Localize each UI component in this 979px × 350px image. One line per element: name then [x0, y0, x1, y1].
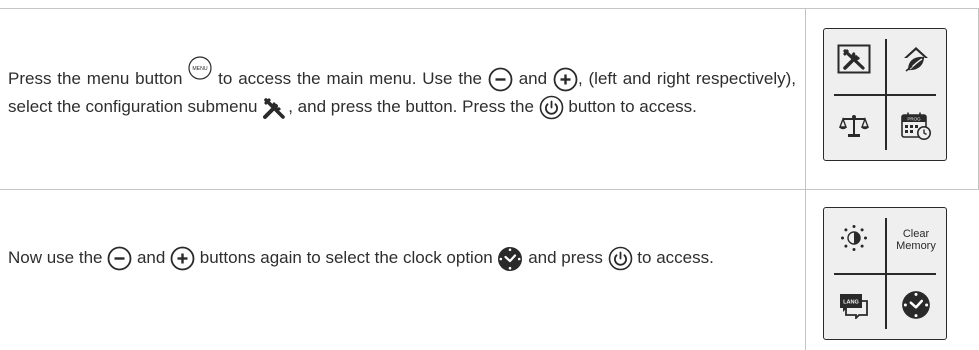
- power-button-icon: [608, 246, 633, 271]
- brightness-icon: [839, 223, 869, 258]
- clock-icon: [901, 290, 931, 325]
- clear-memory-line1: Clear: [902, 228, 930, 240]
- balance-cell: [824, 96, 884, 160]
- step1-text-b: to access the main menu. Use the: [212, 69, 488, 88]
- power-button-icon: [539, 95, 564, 120]
- plus-button-icon: [170, 246, 195, 271]
- config-tools-box-icon: [837, 44, 871, 79]
- minus-button-icon: [488, 67, 513, 92]
- eco-home-cell: [886, 29, 946, 93]
- plus-button-icon: [553, 67, 578, 92]
- tools-icon: [262, 96, 288, 120]
- config-submenu-cell: [824, 29, 884, 93]
- step2-text-d: and press: [523, 248, 608, 267]
- clear-memory-cell: Clear Memory: [886, 208, 946, 272]
- table-column-divider: [805, 8, 806, 350]
- balance-scale-icon: [838, 113, 870, 144]
- svg-text:MENU: MENU: [193, 66, 209, 72]
- step2-text-a: Now use the: [8, 248, 108, 267]
- table-row-divider: [0, 189, 979, 190]
- clock-option-icon: [497, 246, 523, 272]
- step1-text-a: Press the menu button: [8, 69, 189, 88]
- step1-text-e: , and press the button. Press the: [288, 97, 539, 116]
- config-submenu-panel: Clear Memory LANG: [823, 207, 947, 340]
- menu-button-icon: MENU: [188, 56, 212, 80]
- svg-text:PROG: PROG: [907, 116, 921, 121]
- svg-text:LANG: LANG: [843, 299, 859, 305]
- program-calendar-clock-icon: PROG: [900, 111, 932, 146]
- clear-memory-label: Clear Memory: [896, 228, 936, 252]
- table-top-border: [0, 8, 979, 9]
- step2-text-b: and: [132, 248, 171, 267]
- instruction-table: Press the menu button MENU to access the…: [0, 0, 979, 350]
- instruction-step-2: Now use the and buttons again to select …: [8, 244, 796, 272]
- step2-text-e: to access.: [632, 248, 714, 267]
- brightness-cell: [824, 208, 884, 272]
- language-chat-icon: LANG: [838, 291, 870, 324]
- main-menu-panel: PROG: [823, 28, 947, 161]
- leaf-house-icon: [901, 44, 931, 79]
- step2-text-c: buttons again to select the clock option: [195, 248, 498, 267]
- clock-cell: [886, 275, 946, 339]
- clear-memory-line2: Memory: [896, 240, 936, 252]
- step1-text-c: and: [512, 69, 553, 88]
- program-schedule-cell: PROG: [886, 96, 946, 160]
- language-cell: LANG: [824, 275, 884, 339]
- step1-text-f: button to access.: [563, 97, 697, 116]
- instruction-step-1: Press the menu button MENU to access the…: [8, 56, 796, 121]
- minus-button-icon: [107, 246, 132, 271]
